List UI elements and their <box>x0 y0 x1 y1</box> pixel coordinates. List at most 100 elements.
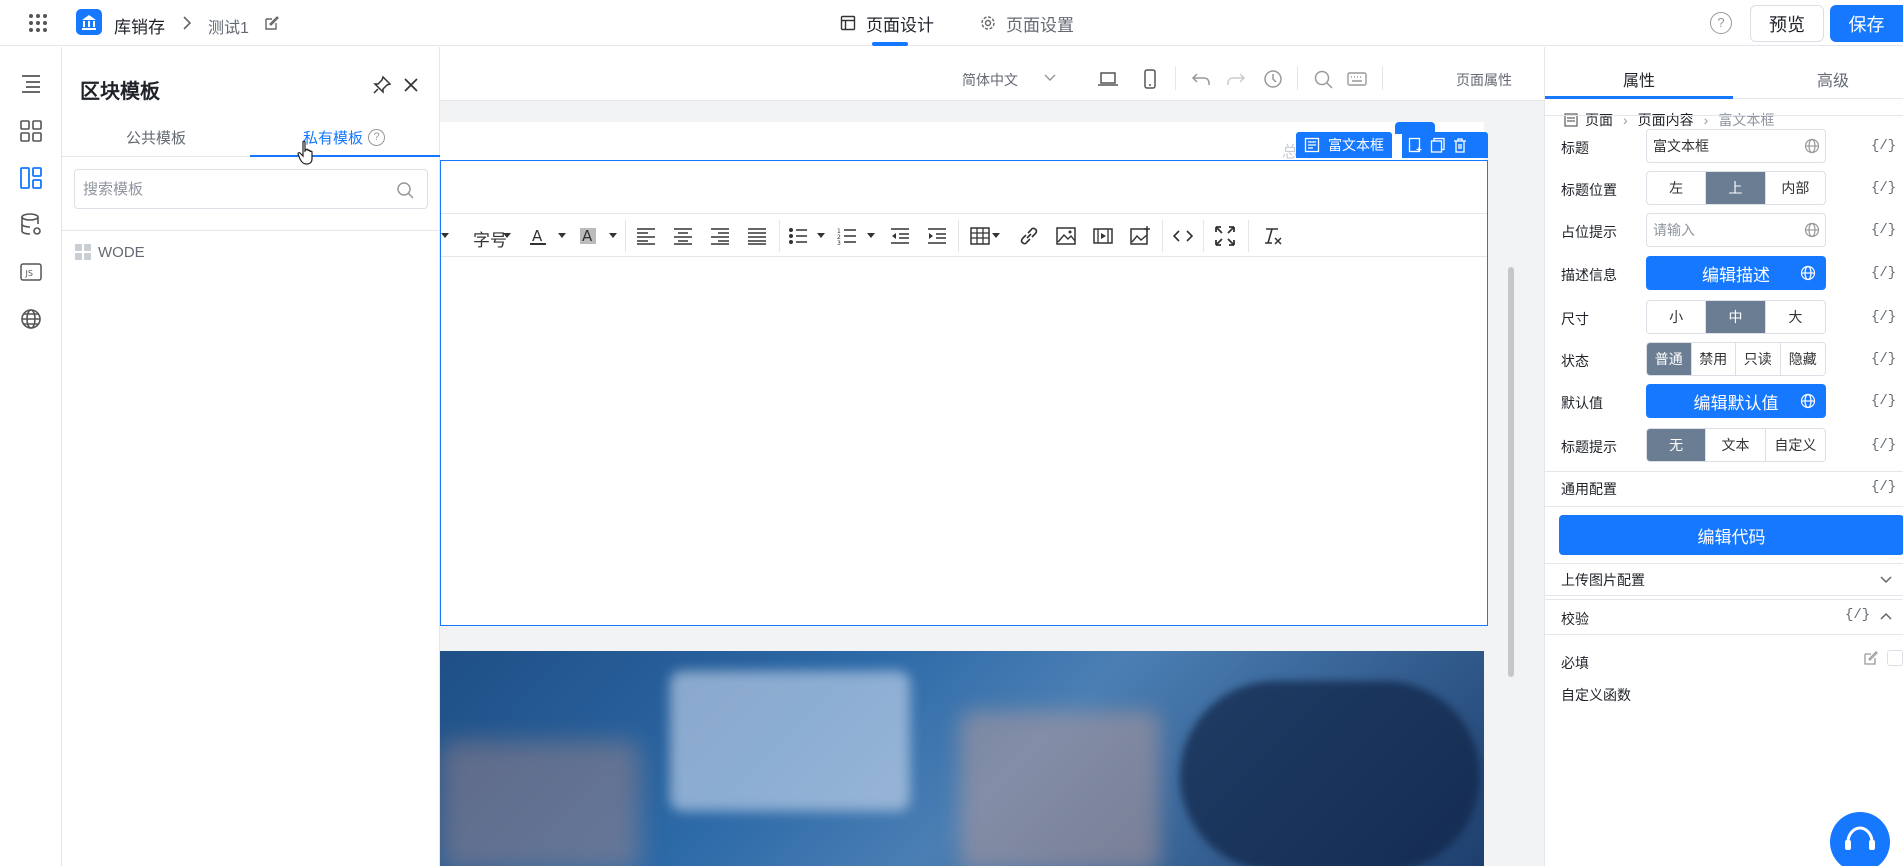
help-icon[interactable]: ? <box>368 129 385 146</box>
variable-binding-icon[interactable]: {/} <box>1871 351 1896 367</box>
segment-option-left[interactable]: 左 <box>1647 172 1707 204</box>
tab-public-templates[interactable]: 公共模板 <box>126 127 186 148</box>
variable-binding-icon[interactable]: {/} <box>1871 222 1896 238</box>
page-attributes-link[interactable]: 页面属性 <box>1456 70 1512 90</box>
numbered-list-icon[interactable]: 123 <box>836 225 858 247</box>
variable-binding-icon[interactable]: {/} <box>1871 180 1896 196</box>
caret-down-icon[interactable] <box>609 233 617 238</box>
selected-component-label[interactable]: 富文本框 <box>1296 132 1392 158</box>
keyboard-icon[interactable] <box>1346 68 1368 90</box>
caret-down-icon[interactable] <box>992 233 1000 238</box>
segment-option-top[interactable]: 上 <box>1706 172 1766 204</box>
app-grid-icon[interactable] <box>28 13 48 33</box>
edit-icon[interactable] <box>264 15 280 31</box>
components-icon[interactable] <box>18 118 44 144</box>
segment-option-readonly[interactable]: 只读 <box>1736 343 1781 375</box>
align-left-icon[interactable] <box>635 225 657 247</box>
link-icon[interactable] <box>1018 225 1040 247</box>
align-center-icon[interactable] <box>672 225 694 247</box>
edit-icon[interactable] <box>1863 650 1879 666</box>
segment-option-normal[interactable]: 普通 <box>1647 343 1692 375</box>
i18n-icon[interactable] <box>18 306 44 332</box>
segment-option-large[interactable]: 大 <box>1766 301 1825 333</box>
variable-binding-icon[interactable]: {/} <box>1871 309 1896 325</box>
blocks-icon[interactable] <box>18 165 44 191</box>
segment-option-disabled[interactable]: 禁用 <box>1692 343 1736 375</box>
outline-icon[interactable] <box>18 71 44 97</box>
app-name[interactable]: 库销存 <box>114 13 165 38</box>
globe-icon[interactable] <box>1804 222 1820 238</box>
chevron-down-icon[interactable] <box>1043 72 1057 84</box>
language-select[interactable]: 简体中文 <box>962 70 1018 90</box>
preview-button[interactable]: 预览 <box>1750 5 1824 42</box>
variable-binding-icon[interactable]: {/} <box>1845 607 1870 623</box>
globe-icon[interactable] <box>1800 393 1816 409</box>
segment-option-none[interactable]: 无 <box>1647 429 1707 461</box>
search-input[interactable] <box>83 179 383 199</box>
template-item[interactable]: WODE <box>74 243 145 261</box>
search-icon[interactable] <box>1312 68 1334 90</box>
history-icon[interactable] <box>1262 68 1284 90</box>
required-checkbox[interactable] <box>1887 650 1903 666</box>
variable-binding-icon[interactable]: {/} <box>1871 393 1896 409</box>
datasource-icon[interactable] <box>18 212 44 238</box>
image-icon[interactable] <box>1055 225 1077 247</box>
globe-icon[interactable] <box>1804 138 1820 154</box>
chevron-up-icon[interactable] <box>1879 610 1893 624</box>
general-config-title[interactable]: 通用配置 <box>1561 479 1617 499</box>
fullscreen-icon[interactable] <box>1214 225 1236 247</box>
upload-image-config-title[interactable]: 上传图片配置 <box>1561 570 1645 590</box>
copy-icon[interactable] <box>1430 137 1446 153</box>
tab-advanced[interactable]: 高级 <box>1817 67 1849 91</box>
caret-down-icon[interactable] <box>441 233 449 238</box>
clear-format-icon[interactable] <box>1262 225 1284 247</box>
breadcrumb-item[interactable]: 页面内容 <box>1638 110 1694 130</box>
richtext-component[interactable]: 字号 A A 123 <box>440 160 1488 626</box>
bullet-list-icon[interactable] <box>787 225 809 247</box>
save-button[interactable]: 保存 <box>1830 5 1903 42</box>
search-icon[interactable] <box>395 180 415 200</box>
close-icon[interactable] <box>401 75 421 95</box>
undo-icon[interactable] <box>1190 68 1212 90</box>
caret-down-icon[interactable] <box>817 233 825 238</box>
caret-down-icon[interactable] <box>867 233 875 238</box>
variable-binding-icon[interactable]: {/} <box>1871 265 1896 281</box>
add-block-icon[interactable] <box>1408 137 1424 153</box>
caret-down-icon[interactable] <box>503 233 511 238</box>
tab-properties[interactable]: 属性 <box>1623 67 1655 91</box>
align-justify-icon[interactable] <box>746 225 768 247</box>
code-icon[interactable] <box>1172 225 1194 247</box>
help-icon[interactable]: ? <box>1710 12 1732 34</box>
tab-page-design[interactable]: 页面设计 <box>840 0 934 46</box>
font-color-icon[interactable]: A <box>527 225 549 247</box>
table-icon[interactable] <box>969 225 991 247</box>
align-right-icon[interactable] <box>709 225 731 247</box>
font-size-select[interactable]: 字号 <box>473 226 507 251</box>
variable-binding-icon[interactable]: {/} <box>1871 479 1896 495</box>
background-color-icon[interactable]: A <box>577 225 599 247</box>
placeholder-input[interactable] <box>1653 222 1793 238</box>
validation-title[interactable]: 校验 <box>1561 609 1589 629</box>
segment-option-small[interactable]: 小 <box>1647 301 1707 333</box>
indent-icon[interactable] <box>926 225 948 247</box>
image-upload-icon[interactable] <box>1129 225 1151 247</box>
delete-icon[interactable] <box>1452 137 1468 153</box>
segment-option-hidden[interactable]: 隐藏 <box>1781 343 1825 375</box>
vertical-scrollbar[interactable] <box>1508 267 1514 677</box>
redo-icon[interactable] <box>1225 68 1247 90</box>
customer-service-button[interactable] <box>1830 812 1890 866</box>
caret-down-icon[interactable] <box>558 233 566 238</box>
breadcrumb-item[interactable]: 富文本框 <box>1718 110 1774 130</box>
segment-option-text[interactable]: 文本 <box>1706 429 1766 461</box>
segment-option-custom[interactable]: 自定义 <box>1766 429 1825 461</box>
page-name[interactable]: 测试1 <box>208 14 249 38</box>
chevron-down-icon[interactable] <box>1879 572 1893 586</box>
segment-option-inside[interactable]: 内部 <box>1766 172 1825 204</box>
edit-default-button[interactable]: 编辑默认值 <box>1646 384 1826 418</box>
breadcrumb-item[interactable]: 页面 <box>1585 110 1613 130</box>
segment-option-medium[interactable]: 中 <box>1706 301 1766 333</box>
pin-icon[interactable] <box>372 75 392 95</box>
tab-page-settings[interactable]: 页面设置 <box>980 0 1074 46</box>
globe-icon[interactable] <box>1800 265 1816 281</box>
js-icon[interactable]: JS <box>18 259 44 285</box>
